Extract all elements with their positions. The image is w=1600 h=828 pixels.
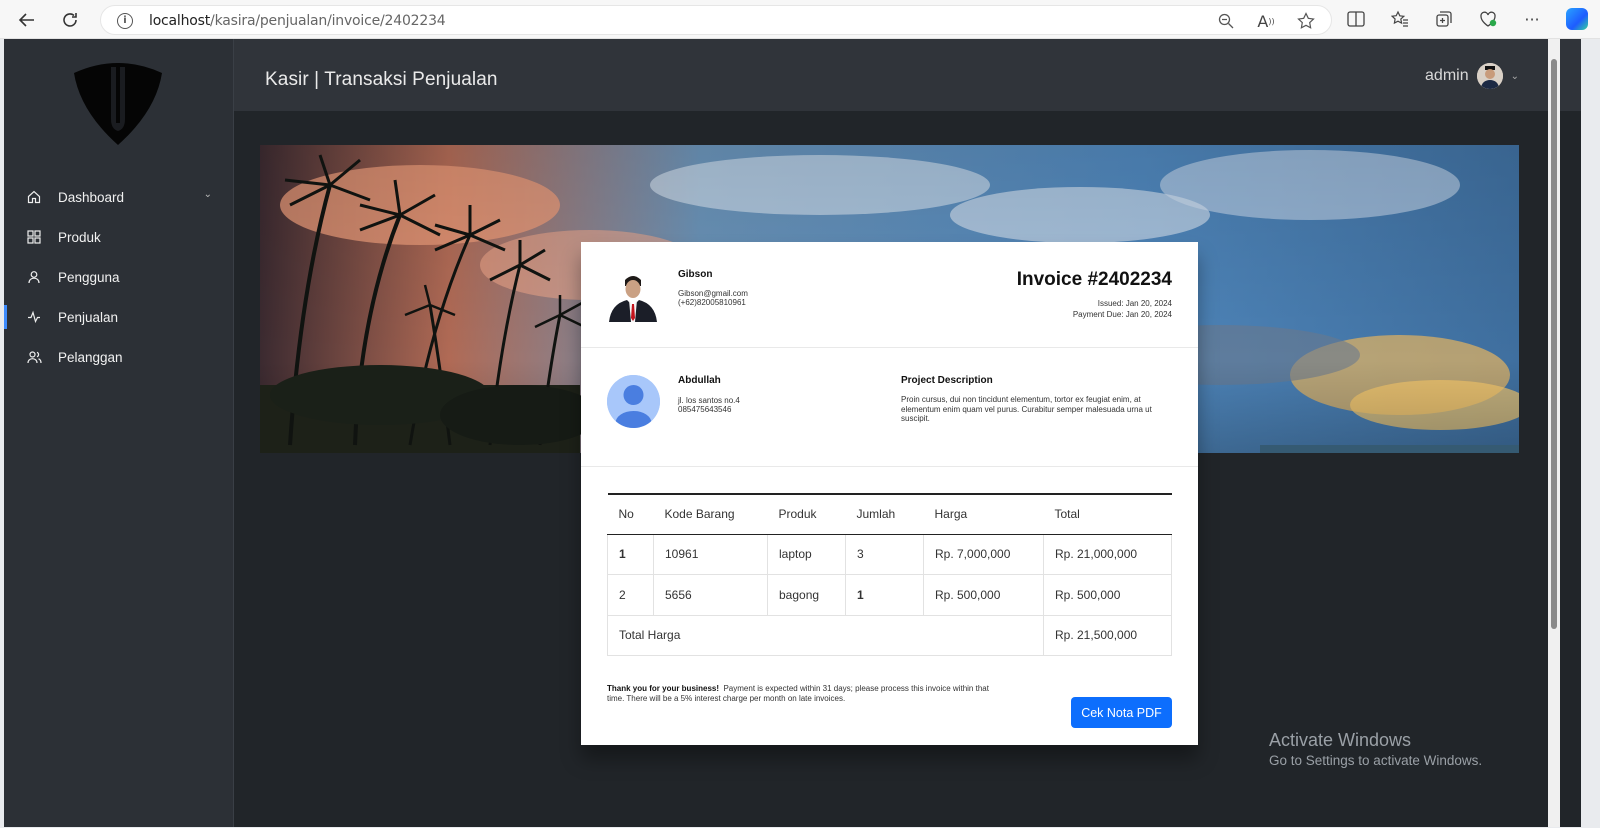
collections-icon[interactable] [1433,9,1455,29]
cek-nota-pdf-button[interactable]: Cek Nota PDF [1071,697,1172,728]
col-produk: Produk [767,493,846,535]
cell-kode-barang: 10961 [653,533,768,575]
browser-essentials-icon[interactable] [1477,9,1499,29]
cell-jumlah: 3 [845,533,924,575]
app-window: Dashboard ⌄ Produk Pengguna Penjualan Pe… [4,39,1581,827]
user-menu[interactable]: admin ⌄ [1425,63,1519,89]
col-kode-barang: Kode Barang [653,493,768,535]
sidebar-item-label: Penjualan [58,309,119,325]
cell-produk: bagong [767,574,846,616]
invoice-items-table: No Kode Barang Produk Jumlah Harga Total… [607,493,1172,656]
invoice-number: Invoice #2402234 [1016,269,1172,290]
read-aloud-icon[interactable]: A)) [1255,11,1277,31]
cell-kode-barang: 5656 [653,574,768,616]
thank-you-note: Thank you for your business! Payment is … [607,684,1007,703]
site-info-icon[interactable]: i [117,13,133,29]
due-date: Payment Due: Jan 20, 2024 [1072,310,1172,319]
col-no: No [607,493,654,535]
seller-name: Gibson [678,269,713,280]
project-heading: Project Description [901,375,993,386]
chevron-down-icon: ⌄ [1510,70,1519,82]
grid-icon [26,229,42,245]
table-row: 2 5656 bagong 1 Rp. 500,000 Rp. 500,000 [607,574,1172,616]
split-screen-icon[interactable] [1345,9,1367,29]
scrollbar-thumb[interactable] [1551,59,1557,629]
sidebar-item-pengguna[interactable]: Pengguna [4,257,234,297]
more-options-icon[interactable]: ··· [1521,9,1543,29]
table-total-row: Total Harga Rp. 21,500,000 [607,614,1172,656]
issued-date: Issued: Jan 20, 2024 [1097,299,1172,308]
sidebar: Dashboard ⌄ Produk Pengguna Penjualan Pe… [4,39,234,827]
zoom-out-icon[interactable] [1215,11,1237,31]
copilot-icon[interactable] [1566,8,1588,30]
table-row: 1 10961 laptop 3 Rp. 7,000,000 Rp. 21,00… [607,533,1172,575]
cell-no: 1 [607,533,654,575]
cell-no: 2 [607,574,654,616]
guitar-pick-logo [74,63,162,145]
total-label: Total Harga [607,614,1044,656]
windows-activation-watermark: Activate Windows Go to Settings to activ… [1269,730,1482,768]
sidebar-item-pelanggan[interactable]: Pelanggan [4,337,234,377]
page-title: Kasir | Transaksi Penjualan [265,69,498,90]
invoice-card: Gibson Gibson@gmail.com (+62)82005810961… [581,242,1198,745]
sidebar-item-produk[interactable]: Produk [4,217,234,257]
sidebar-item-penjualan[interactable]: Penjualan [4,297,234,337]
users-icon [26,349,42,365]
topbar: Kasir | Transaksi Penjualan admin ⌄ [234,39,1581,111]
user-icon [26,269,42,285]
favorite-star-icon[interactable] [1295,11,1317,31]
cell-total: Rp. 500,000 [1043,574,1172,616]
favorites-icon[interactable] [1389,9,1411,29]
chevron-down-icon: ⌄ [203,189,212,200]
client-phone: 085475643546 [678,405,732,414]
total-value: Rp. 21,500,000 [1043,614,1172,656]
cell-produk: laptop [767,533,846,575]
sidebar-item-label: Produk [58,229,101,245]
invoice-dates: Issued: Jan 20, 2024 Payment Due: Jan 20… [1073,298,1172,320]
watermark-subtitle: Go to Settings to activate Windows. [1269,753,1483,768]
cell-harga: Rp. 7,000,000 [923,533,1044,575]
page-scrollbar[interactable] [1548,39,1560,827]
user-name: admin [1425,67,1469,84]
cell-jumlah: 1 [845,574,924,616]
col-harga: Harga [923,493,1044,535]
invoice-client-section: Abdullah jl. los santos no.4 08547564354… [581,348,1198,467]
back-icon[interactable] [14,7,40,33]
sidebar-item-label: Dashboard [58,189,125,205]
thank-you-bold: Thank you for your business! [607,684,720,693]
avatar [1476,63,1503,89]
col-jumlah: Jumlah [845,493,924,535]
activity-icon [26,309,42,325]
invoice-header: Gibson Gibson@gmail.com (+62)82005810961… [581,242,1198,348]
client-avatar [607,375,660,428]
sidebar-item-dashboard[interactable]: Dashboard ⌄ [4,177,234,217]
url-text: localhost/kasira/penjualan/invoice/24022… [149,13,446,29]
sidebar-item-label: Pengguna [58,269,120,285]
project-description: Proin cursus, dui non tincidunt elementu… [901,395,1152,423]
client-name: Abdullah [678,375,721,386]
col-total: Total [1043,493,1172,535]
watermark-title: Activate Windows [1269,730,1412,750]
seller-phone: (+62)82005810961 [678,298,746,307]
home-icon [26,189,42,205]
table-header-row: No Kode Barang Produk Jumlah Harga Total [607,493,1172,535]
cell-harga: Rp. 500,000 [923,574,1044,616]
address-bar[interactable]: i localhost/kasira/penjualan/invoice/240… [100,5,1332,35]
cell-total: Rp. 21,000,000 [1043,533,1172,575]
refresh-icon[interactable] [57,7,83,33]
sidebar-item-label: Pelanggan [58,349,123,365]
seller-photo [607,272,659,322]
browser-toolbar: i localhost/kasira/penjualan/invoice/240… [0,0,1600,39]
